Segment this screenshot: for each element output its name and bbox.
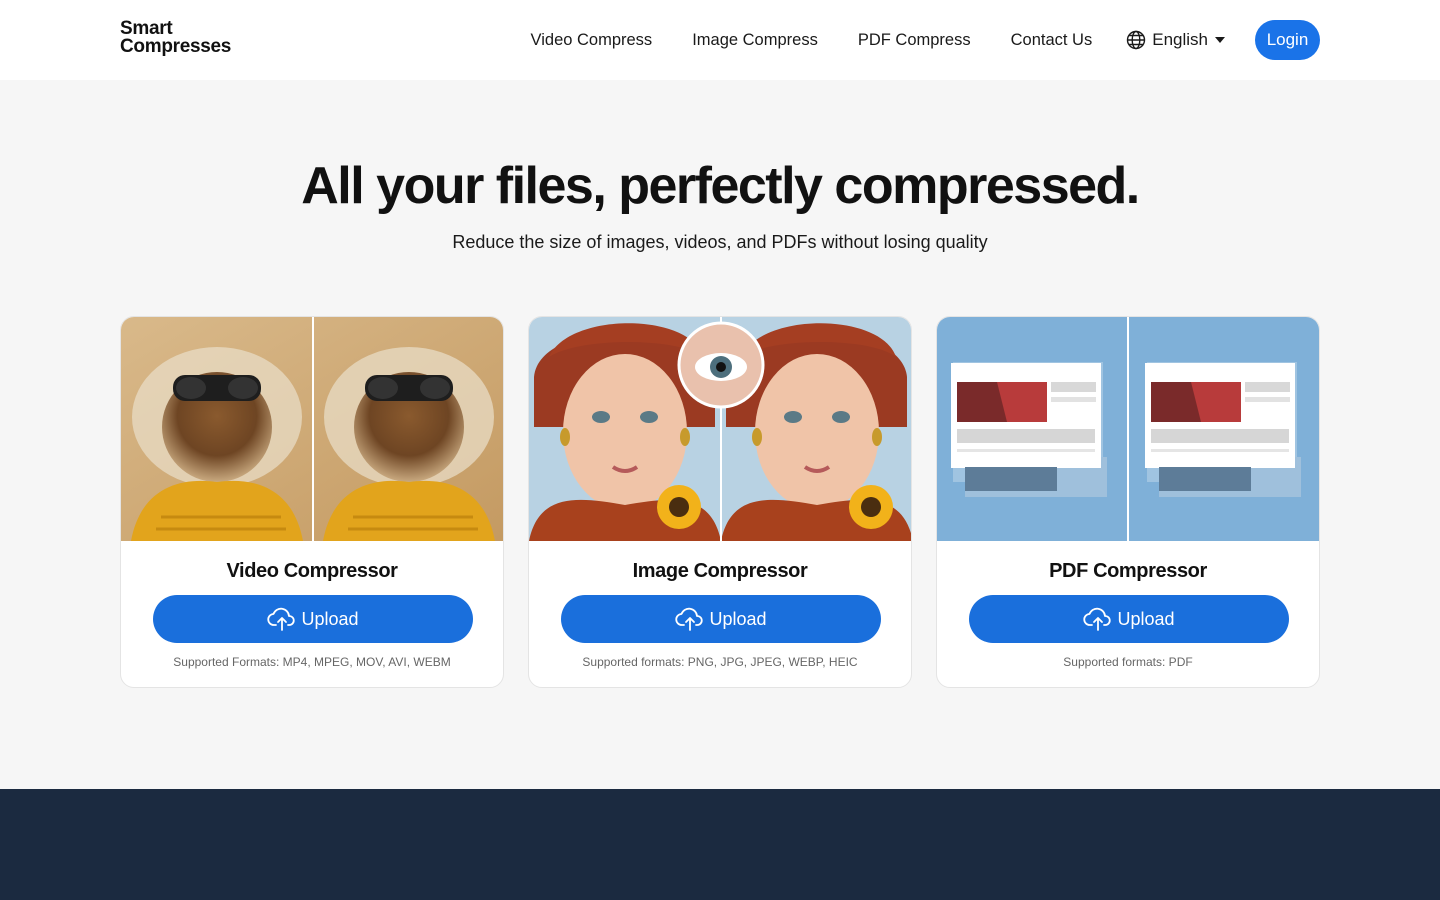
nav-image-compress[interactable]: Image Compress [692,31,818,50]
video-supported-formats: Supported Formats: MP4, MPEG, MOV, AVI, … [173,655,451,669]
pdf-upload-button[interactable]: Upload [969,595,1289,643]
login-button[interactable]: Login [1255,20,1320,60]
video-comparison-image [121,317,503,541]
image-compressor-card: Image Compressor Upload Supported format… [528,316,912,688]
brand-logo[interactable]: Smart Compresses [120,19,232,57]
pdf-comparison-image [937,317,1319,541]
nav-pdf-compress[interactable]: PDF Compress [858,31,971,50]
image-comparison-image [529,317,911,541]
video-upload-label: Upload [301,608,359,629]
site-header: Smart Compresses Video Compress Image Co… [0,0,1440,80]
pdf-compressor-card: PDF Compressor Upload Supported formats:… [936,316,1320,688]
globe-icon [1127,30,1146,50]
main-nav: Video Compress Image Compress PDF Compre… [531,20,1320,60]
pdf-card-title: PDF Compressor [1049,560,1207,582]
image-upload-label: Upload [709,608,767,629]
hero-title: All your files, perfectly compressed. [301,157,1140,215]
language-label: English [1152,30,1208,49]
image-card-title: Image Compressor [632,560,808,582]
cloud-upload-icon [267,607,296,631]
pdf-upload-label: Upload [1117,608,1175,629]
footer-section [0,789,1440,900]
chevron-down-icon [1215,37,1225,43]
video-upload-button[interactable]: Upload [153,595,473,643]
nav-video-compress[interactable]: Video Compress [531,31,653,50]
video-compressor-card: Video Compressor Upload Supported Format… [120,316,504,688]
image-supported-formats: Supported formats: PNG, JPG, JPEG, WEBP,… [582,655,858,669]
pdf-supported-formats: Supported formats: PDF [1063,655,1193,669]
video-card-title: Video Compressor [226,560,398,582]
language-selector[interactable]: English [1126,30,1225,50]
logo-line-2: Compresses [120,36,232,57]
hero-subtitle: Reduce the size of images, videos, and P… [452,232,988,252]
cloud-upload-icon [675,607,704,631]
nav-contact-us[interactable]: Contact Us [1011,31,1093,50]
cloud-upload-icon [1083,607,1112,631]
image-upload-button[interactable]: Upload [561,595,881,643]
